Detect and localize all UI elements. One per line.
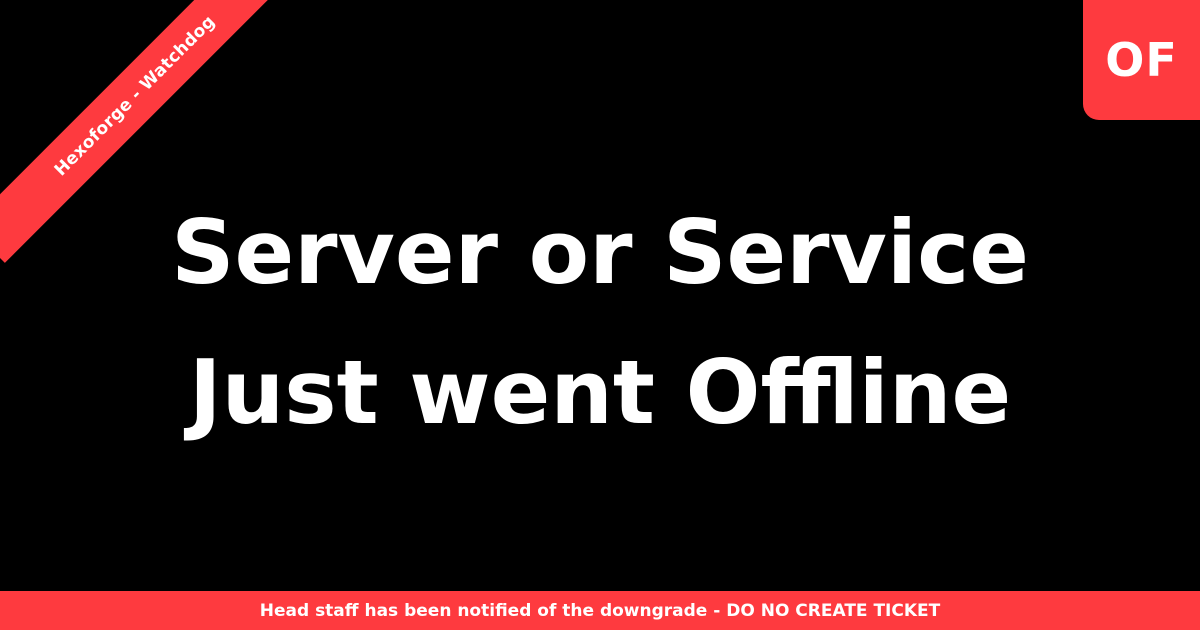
footer-notice: Head staff has been notified of the down… <box>259 600 941 621</box>
footer-bar: Head staff has been notified of the down… <box>0 591 1200 630</box>
headline: Server or Service Just went Offline <box>0 183 1200 463</box>
status-banner: Hexoforge - Watchdog OF Server or Servic… <box>0 0 1200 630</box>
status-badge: OF <box>1083 0 1200 120</box>
headline-line-1: Server or Service <box>171 201 1029 304</box>
headline-line-2: Just went Offline <box>188 341 1012 444</box>
ribbon-label: Hexoforge - Watchdog <box>50 11 220 181</box>
status-badge-label: OF <box>1105 33 1178 87</box>
